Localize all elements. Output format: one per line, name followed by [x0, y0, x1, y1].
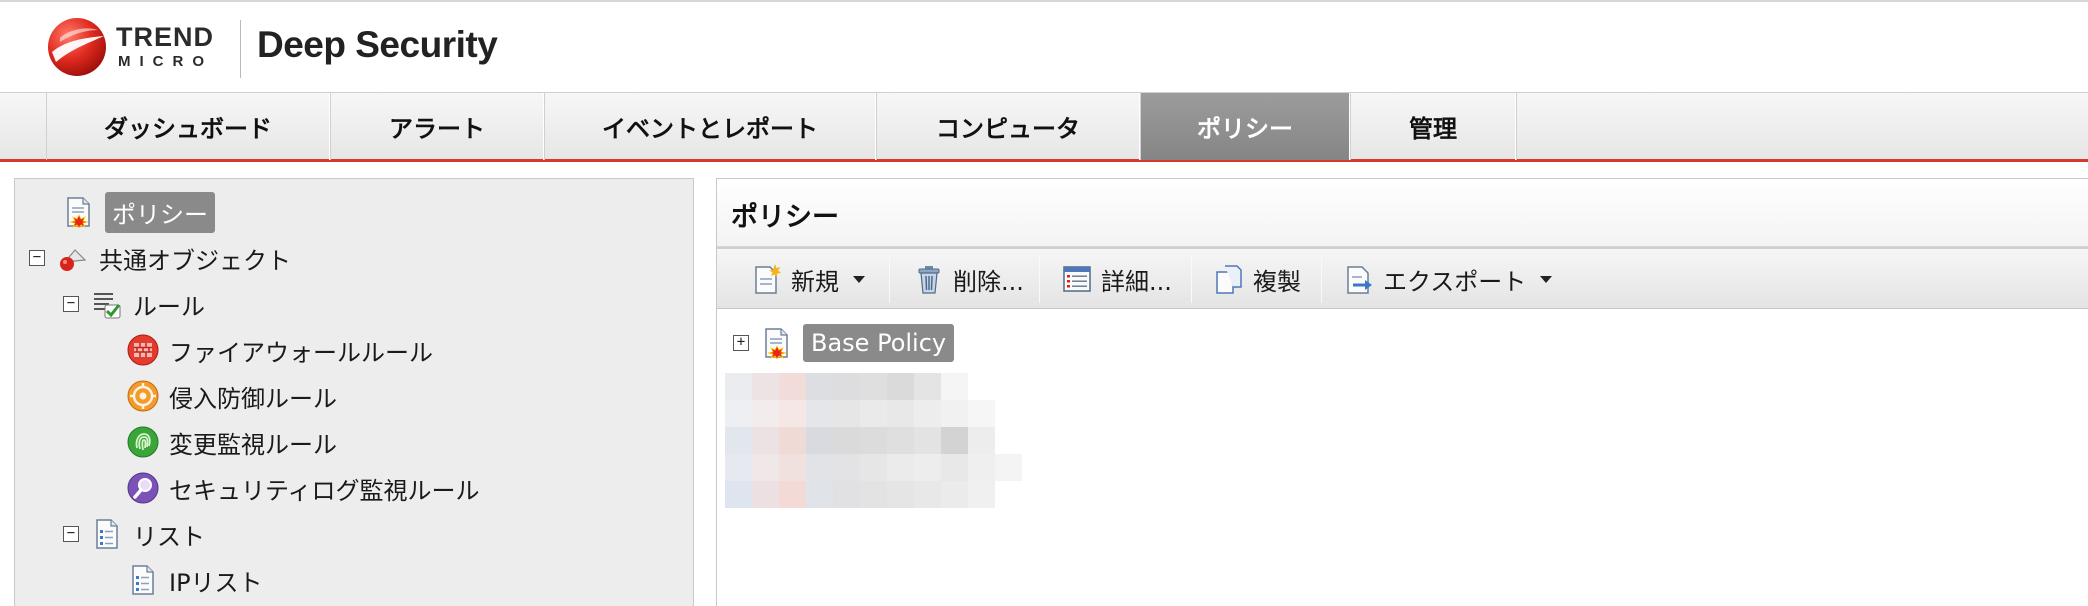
panel-title: ポリシー	[731, 202, 839, 233]
tree-item-ip-lists[interactable]: IPリスト	[127, 559, 263, 601]
details-list-icon	[1063, 266, 1091, 292]
tree-item-intrusion-prevention-rules[interactable]: 侵入防御ルール	[127, 375, 337, 417]
policies-panel: ポリシー 新規 削除... 詳細... 複製 エクスポート + Base Pol…	[716, 178, 2088, 606]
tree-item-label[interactable]: 侵入防御ルール	[169, 379, 337, 414]
toolbar-separator	[1191, 257, 1192, 303]
logo-line-micro: MICRO	[118, 53, 213, 70]
trend-micro-logo-icon	[48, 18, 106, 76]
intrusion-prevention-rule-icon	[127, 380, 159, 412]
delete-button-label: 削除...	[953, 267, 1024, 296]
tab-administration[interactable]: 管理	[1350, 93, 1516, 160]
trend-micro-wordmark: TREND MICRO	[116, 22, 226, 74]
duplicate-icon	[1216, 265, 1242, 294]
tab-computers[interactable]: コンピュータ	[876, 93, 1140, 160]
redacted-policy-children	[725, 373, 1022, 508]
tree-item-label[interactable]: Base Policy	[803, 324, 955, 362]
details-button[interactable]: 詳細...	[1061, 257, 1172, 301]
tree-item-base-policy[interactable]: + Base Policy	[733, 321, 955, 365]
integrity-monitoring-rule-icon	[127, 426, 159, 458]
common-objects-icon	[60, 249, 87, 271]
log-inspection-rule-icon	[127, 472, 159, 504]
details-button-label: 詳細...	[1101, 267, 1172, 296]
tree-item-label[interactable]: 共通オブジェクト	[99, 241, 291, 276]
ip-list-icon	[132, 565, 154, 595]
tree-item-label[interactable]: リスト	[133, 517, 205, 552]
duplicate-button[interactable]: 複製	[1213, 257, 1301, 301]
logo-line-trend: TREND	[116, 22, 214, 52]
product-name: Deep Security	[257, 24, 498, 65]
tree-item-label[interactable]: セキュリティログ監視ルール	[169, 471, 480, 506]
tab-policies[interactable]: ポリシー	[1140, 93, 1350, 160]
tab-events-reports[interactable]: イベントとレポート	[544, 93, 876, 160]
toolbar-separator	[889, 257, 890, 303]
nav-end-divider	[1516, 93, 1517, 160]
lists-icon	[96, 519, 118, 549]
tree-item-label[interactable]: ポリシー	[105, 191, 215, 233]
tree-item-lists[interactable]: − リスト	[63, 513, 205, 555]
collapse-toggle-icon[interactable]: −	[63, 296, 79, 312]
tree-item-common-objects[interactable]: − 共通オブジェクト	[29, 237, 291, 279]
collapse-toggle-icon[interactable]: −	[29, 250, 45, 266]
new-button[interactable]: 新規	[751, 257, 865, 301]
tree-item-integrity-monitoring-rules[interactable]: 変更監視ルール	[127, 421, 337, 463]
tree-item-label[interactable]: ファイアウォールルール	[169, 333, 433, 368]
toolbar-separator	[1321, 257, 1322, 303]
duplicate-button-label: 複製	[1253, 267, 1301, 296]
collapse-toggle-icon[interactable]: −	[63, 526, 79, 542]
tree-item-policies[interactable]: ポリシー	[63, 191, 215, 233]
main-navigation: ダッシュボード アラート イベントとレポート コンピュータ ポリシー 管理	[0, 92, 2088, 162]
export-icon	[1347, 266, 1372, 294]
export-button[interactable]: エクスポート	[1343, 257, 1553, 301]
tree-item-label[interactable]: 変更監視ルール	[169, 425, 337, 460]
policy-icon	[67, 197, 90, 228]
tree-item-firewall-rules[interactable]: ファイアウォールルール	[127, 329, 433, 371]
tree-item-log-inspection-rules[interactable]: セキュリティログ監視ルール	[127, 467, 480, 509]
dropdown-caret-icon[interactable]	[853, 275, 865, 283]
tree-item-label[interactable]: ルール	[133, 287, 205, 322]
panel-title-bar: ポリシー	[717, 179, 2088, 247]
new-button-label: 新規	[791, 267, 839, 296]
policy-icon	[765, 328, 788, 359]
new-document-icon	[755, 264, 781, 294]
app-header: TREND MICRO Deep Security	[0, 0, 2088, 92]
navigation-tree-panel: ポリシー − 共通オブジェクト − ルール ファイアウォールルール 侵入防御ルー…	[14, 178, 694, 606]
header-divider	[240, 20, 241, 78]
firewall-rule-icon	[127, 334, 159, 366]
tree-item-label[interactable]: IPリスト	[169, 563, 263, 598]
tab-dashboard[interactable]: ダッシュボード	[46, 93, 330, 160]
delete-button[interactable]: 削除...	[913, 257, 1024, 301]
export-button-label: エクスポート	[1383, 267, 1527, 296]
expand-toggle-icon[interactable]: +	[733, 335, 749, 351]
policies-toolbar: 新規 削除... 詳細... 複製 エクスポート	[717, 247, 2088, 309]
tree-item-rules[interactable]: − ルール	[63, 283, 205, 325]
dropdown-caret-icon[interactable]	[1540, 275, 1553, 283]
toolbar-separator	[1039, 257, 1040, 303]
trash-icon	[918, 266, 940, 294]
tab-alerts[interactable]: アラート	[330, 93, 544, 160]
rules-icon	[94, 293, 121, 319]
